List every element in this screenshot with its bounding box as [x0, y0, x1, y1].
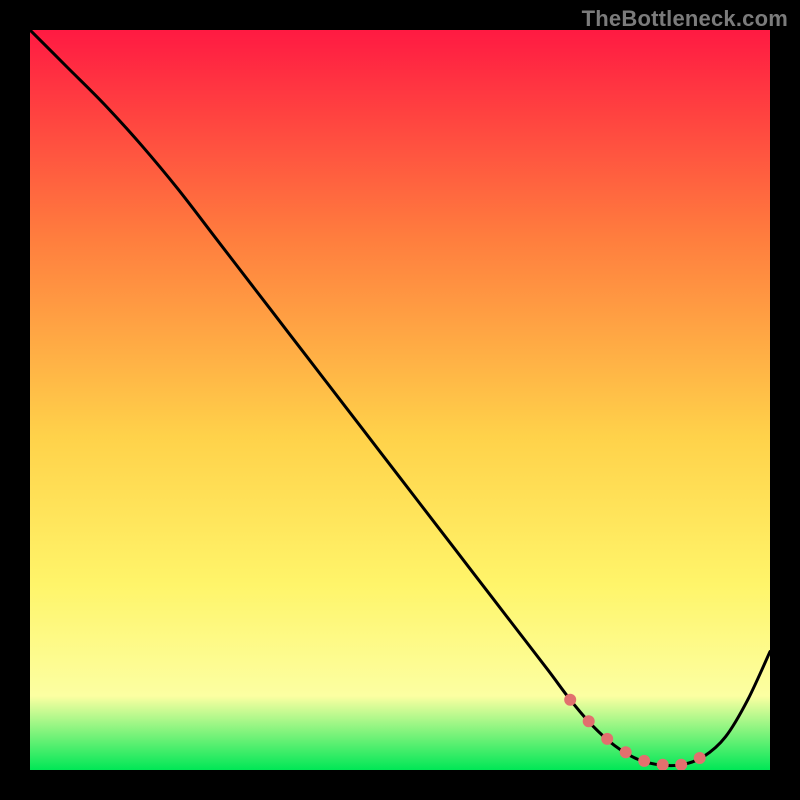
optimal-dot	[638, 755, 650, 767]
optimal-dot	[564, 694, 576, 706]
optimal-dot	[601, 733, 613, 745]
bottleneck-chart	[30, 30, 770, 770]
watermark-text: TheBottleneck.com	[582, 6, 788, 32]
optimal-dot	[694, 752, 706, 764]
optimal-dot	[620, 746, 632, 758]
optimal-dot	[583, 715, 595, 727]
gradient-background	[30, 30, 770, 770]
chart-frame	[30, 30, 770, 770]
